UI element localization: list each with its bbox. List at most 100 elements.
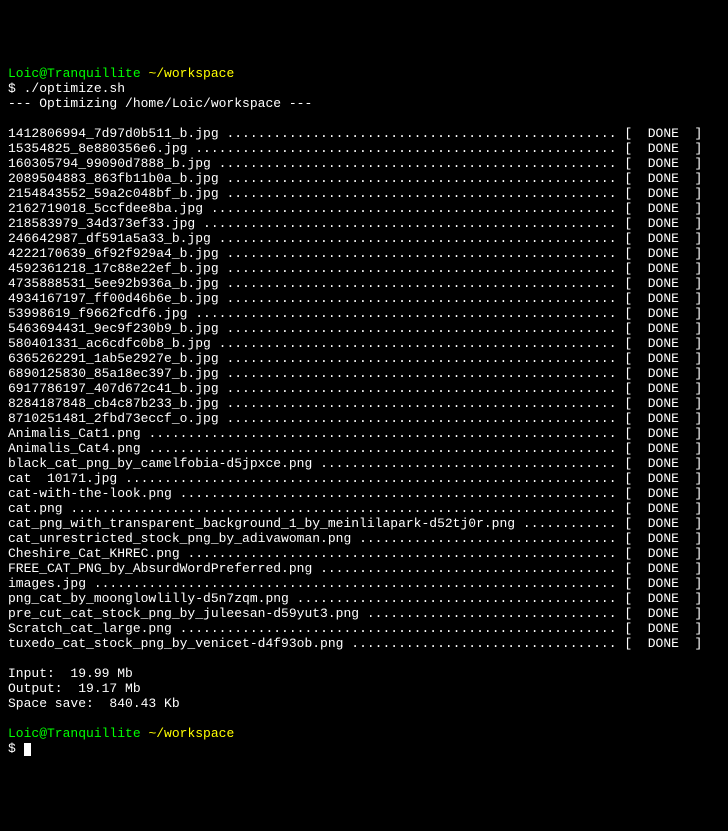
dots: ................................. <box>359 531 624 546</box>
status-done: [ DONE ] <box>624 291 702 306</box>
file-row: 246642987_df591a5a33_b.jpg .............… <box>8 231 720 246</box>
file-row: pre_cut_cat_stock_png_by_juleesan-d59yut… <box>8 606 720 621</box>
file-row: 6365262291_1ab5e2927e_b.jpg ............… <box>8 351 720 366</box>
status-done: [ DONE ] <box>624 171 702 186</box>
summary-output: Output: 19.17 Mb <box>8 681 720 696</box>
filename: 160305794_99090d7888_b.jpg <box>8 156 219 171</box>
status-done: [ DONE ] <box>624 441 702 456</box>
status-done: [ DONE ] <box>624 126 702 141</box>
filename: 2154843552_59a2c048bf_b.jpg <box>8 186 226 201</box>
file-row: Cheshire_Cat_KHREC.png .................… <box>8 546 720 561</box>
dots: ........................................… <box>297 591 625 606</box>
filename: Cheshire_Cat_KHREC.png <box>8 546 187 561</box>
summary-save: Space save: 840.43 Kb <box>8 696 720 711</box>
status-done: [ DONE ] <box>624 621 702 636</box>
filename: 218583979_34d373ef33.jpg <box>8 216 203 231</box>
terminal-output[interactable]: Loic@Tranquillite ~/workspace$ ./optimiz… <box>8 66 720 756</box>
filename: cat.png <box>8 501 70 516</box>
filename: images.jpg <box>8 576 94 591</box>
dots: ........................................… <box>219 231 625 246</box>
dots: ........................................… <box>226 276 624 291</box>
file-row: 580401331_ac6cdfc0b8_b.jpg .............… <box>8 336 720 351</box>
dots: ...................................... <box>320 561 624 576</box>
file-row: cat 10171.jpg ..........................… <box>8 471 720 486</box>
dots: ........................................… <box>195 141 624 156</box>
status-done: [ DONE ] <box>624 516 702 531</box>
filename: 5463694431_9ec9f230b9_b.jpg <box>8 321 226 336</box>
filename: tuxedo_cat_stock_png_by_venicet-d4f93ob.… <box>8 636 351 651</box>
status-done: [ DONE ] <box>624 396 702 411</box>
filename: 6365262291_1ab5e2927e_b.jpg <box>8 351 226 366</box>
file-row: cat-with-the-look.png ..................… <box>8 486 720 501</box>
file-row: images.jpg .............................… <box>8 576 720 591</box>
dots: ........................................… <box>226 366 624 381</box>
command-line: $ ./optimize.sh <box>8 81 720 96</box>
file-row: 8710251481_2fbd73eccf_o.jpg ............… <box>8 411 720 426</box>
status-done: [ DONE ] <box>624 201 702 216</box>
filename: 8284187848_cb4c87b233_b.jpg <box>8 396 226 411</box>
summary-input: Input: 19.99 Mb <box>8 666 720 681</box>
file-row: png_cat_by_moonglowlilly-d5n7zqm.png ...… <box>8 591 720 606</box>
status-done: [ DONE ] <box>624 426 702 441</box>
optimize-header: --- Optimizing /home/Loic/workspace --- <box>8 96 720 111</box>
dots: ........................................… <box>180 621 625 636</box>
status-done: [ DONE ] <box>624 366 702 381</box>
status-done: [ DONE ] <box>624 261 702 276</box>
status-done: [ DONE ] <box>624 606 702 621</box>
status-done: [ DONE ] <box>624 336 702 351</box>
status-done: [ DONE ] <box>624 216 702 231</box>
prompt-userhost: Loic@Tranquillite <box>8 66 141 81</box>
file-row: 2154843552_59a2c048bf_b.jpg ............… <box>8 186 720 201</box>
dots: ........................................… <box>187 546 624 561</box>
filename: cat_png_with_transparent_background_1_by… <box>8 516 523 531</box>
dots: ........................................… <box>226 126 624 141</box>
status-done: [ DONE ] <box>624 636 702 651</box>
filename: Scratch_cat_large.png <box>8 621 180 636</box>
filename: cat 10171.jpg <box>8 471 125 486</box>
command-input-line[interactable]: $ <box>8 741 720 756</box>
prompt-line: Loic@Tranquillite ~/workspace <box>8 66 720 81</box>
file-row: tuxedo_cat_stock_png_by_venicet-d4f93ob.… <box>8 636 720 651</box>
filename: 580401331_ac6cdfc0b8_b.jpg <box>8 336 219 351</box>
file-row: cat_png_with_transparent_background_1_by… <box>8 516 720 531</box>
status-done: [ DONE ] <box>624 531 702 546</box>
filename: 4222170639_6f92f929a4_b.jpg <box>8 246 226 261</box>
dots: ........................................… <box>226 186 624 201</box>
status-done: [ DONE ] <box>624 306 702 321</box>
file-row: 218583979_34d373ef33.jpg ...............… <box>8 216 720 231</box>
filename: 2162719018_5ccfdee8ba.jpg <box>8 201 211 216</box>
status-done: [ DONE ] <box>624 561 702 576</box>
filename: 8710251481_2fbd73eccf_o.jpg <box>8 411 226 426</box>
dots: ........................................… <box>226 381 624 396</box>
status-done: [ DONE ] <box>624 351 702 366</box>
status-done: [ DONE ] <box>624 321 702 336</box>
file-row: 6890125830_85a18ec397_b.jpg ............… <box>8 366 720 381</box>
status-done: [ DONE ] <box>624 156 702 171</box>
dots: ........................................… <box>226 261 624 276</box>
file-row: 2162719018_5ccfdee8ba.jpg ..............… <box>8 201 720 216</box>
status-done: [ DONE ] <box>624 471 702 486</box>
dots: ........................................… <box>94 576 625 591</box>
filename: 53998619_f9662fcdf6.jpg <box>8 306 195 321</box>
file-row: FREE_CAT_PNG_by_AbsurdWordPreferred.png … <box>8 561 720 576</box>
status-done: [ DONE ] <box>624 501 702 516</box>
dots: ........................................… <box>219 156 625 171</box>
filename: FREE_CAT_PNG_by_AbsurdWordPreferred.png <box>8 561 320 576</box>
prompt-dollar: $ <box>8 81 24 96</box>
status-done: [ DONE ] <box>624 456 702 471</box>
dots: ........................................… <box>226 291 624 306</box>
dots: ........................................… <box>180 486 625 501</box>
filename: png_cat_by_moonglowlilly-d5n7zqm.png <box>8 591 297 606</box>
filename: 1412806994_7d97d0b511_b.jpg <box>8 126 226 141</box>
prompt-dollar: $ <box>8 741 24 756</box>
filename: cat_unrestricted_stock_png_by_adivawoman… <box>8 531 359 546</box>
file-row: black_cat_png_by_camelfobia-d5jpxce.png … <box>8 456 720 471</box>
dots: ........................................… <box>125 471 624 486</box>
file-row: 15354825_8e880356e6.jpg ................… <box>8 141 720 156</box>
file-row: 8284187848_cb4c87b233_b.jpg ............… <box>8 396 720 411</box>
status-done: [ DONE ] <box>624 546 702 561</box>
status-done: [ DONE ] <box>624 141 702 156</box>
dots: ........................................… <box>211 201 624 216</box>
dots: ........................................… <box>219 336 625 351</box>
file-row: cat.png ................................… <box>8 501 720 516</box>
